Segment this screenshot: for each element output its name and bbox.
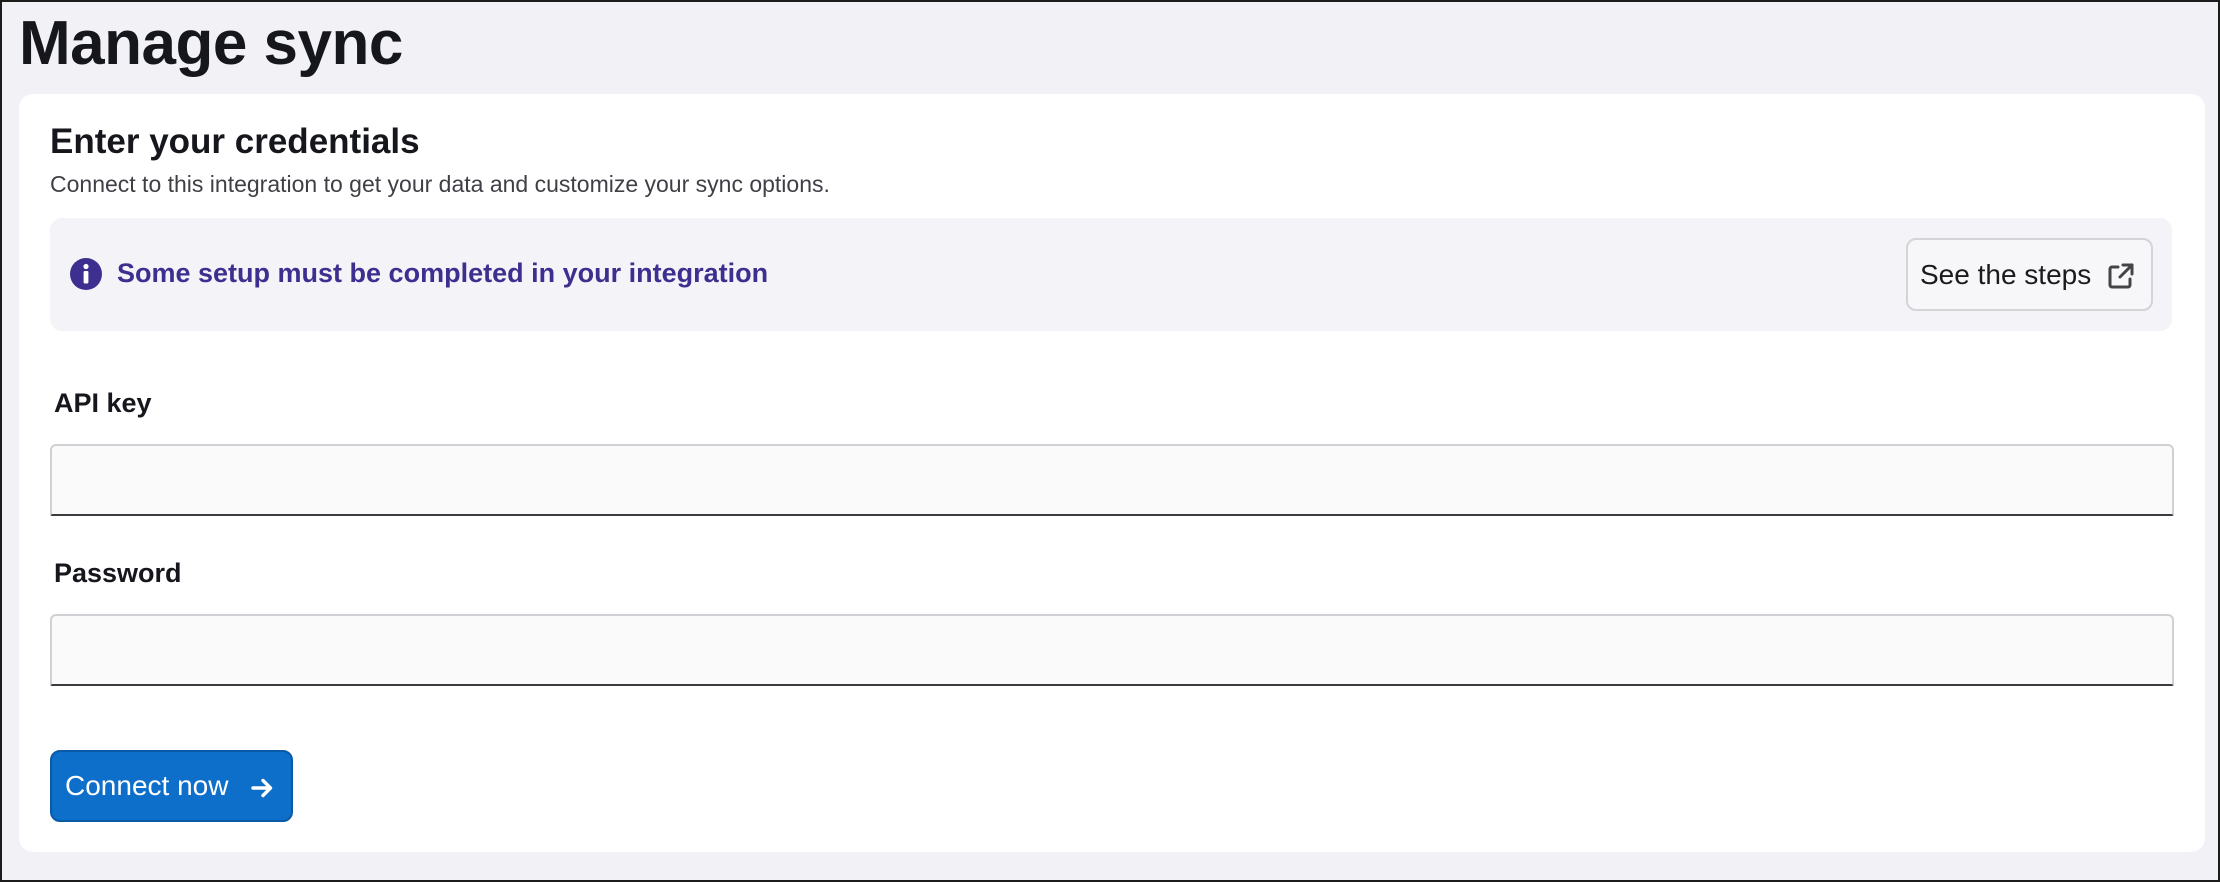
connect-now-label: Connect now	[65, 770, 229, 801]
external-link-icon	[2108, 263, 2134, 289]
password-input[interactable]	[50, 614, 2174, 686]
api-key-input[interactable]	[50, 444, 2174, 516]
see-the-steps-button[interactable]: See the steps	[1906, 238, 2153, 311]
page-title: Manage sync	[19, 9, 403, 78]
connect-now-button[interactable]: Connect now	[50, 750, 293, 822]
setup-info-message: Some setup must be completed in your int…	[117, 258, 769, 288]
credentials-card: Enter your credentials Connect to this i…	[19, 94, 2205, 852]
credentials-title: Enter your credentials	[50, 122, 420, 161]
arrow-right-icon	[251, 778, 273, 798]
credentials-subtitle: Connect to this integration to get your …	[50, 171, 830, 197]
api-key-label: API key	[54, 388, 152, 418]
app-window: Manage sync Enter your credentials Conne…	[0, 0, 2220, 882]
info-icon	[70, 258, 102, 290]
setup-info-banner: Some setup must be completed in your int…	[50, 218, 2172, 331]
see-the-steps-label: See the steps	[1920, 258, 2092, 290]
password-label: Password	[54, 558, 182, 588]
